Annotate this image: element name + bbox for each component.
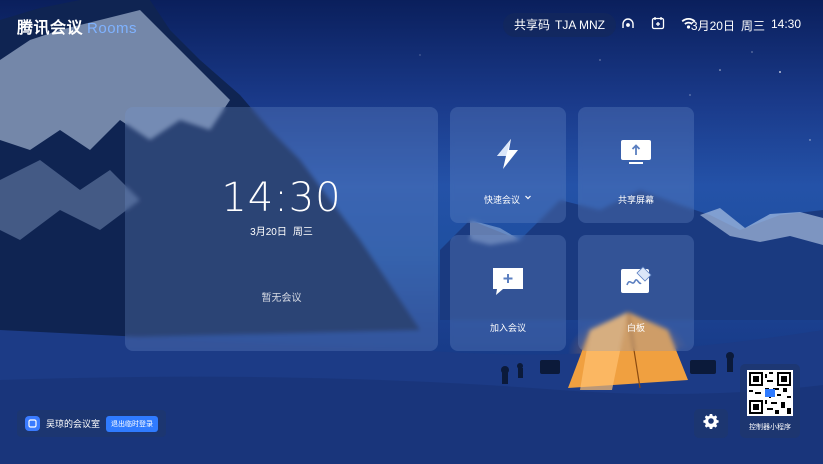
- quick-meeting-label-row: 快速会议: [450, 193, 566, 206]
- clock-date: 3月20日: [250, 227, 287, 238]
- header-datetime: 3月20日 周三 14:30: [691, 17, 801, 34]
- clock-weekday: 周三: [292, 227, 313, 238]
- settings-button[interactable]: [694, 409, 728, 438]
- qr-label: 控制器小程序: [749, 424, 791, 431]
- qr-code-panel[interactable]: 控制器小程序: [740, 364, 800, 438]
- join-meeting-button[interactable]: 加入会议: [450, 235, 566, 351]
- no-meeting-text: 暂无会议: [261, 293, 302, 304]
- share-code-label: 共享码: [514, 18, 551, 32]
- room-icon: [25, 416, 40, 431]
- headset-icon[interactable]: [620, 15, 636, 31]
- clock-panel: 14:30 3月20日 周三 暂无会议: [125, 107, 438, 351]
- status-icons: [620, 15, 696, 31]
- clock-date-row: 3月20日 周三: [125, 223, 438, 238]
- join-meeting-label-row: 加入会议: [450, 321, 566, 334]
- join-meeting-label: 加入会议: [489, 323, 526, 333]
- exit-temp-login-button[interactable]: 退出临时登录: [106, 415, 159, 432]
- whiteboard-label: 白板: [626, 323, 645, 333]
- brand-name-cn: 腾讯会议: [17, 20, 84, 37]
- room-info-bar: 吴琼的会议室 退出临时登录: [17, 410, 167, 437]
- header-time: 14:30: [770, 17, 801, 31]
- lightning-icon: [450, 137, 566, 171]
- share-code-badge[interactable]: 共享码 TJA MNZ: [503, 13, 617, 37]
- quick-meeting-label: 快速会议: [483, 195, 520, 205]
- qr-code-icon: [747, 370, 793, 416]
- clock-time: 14:30: [221, 175, 342, 221]
- share-screen-label: 共享屏幕: [617, 195, 654, 205]
- share-screen-label-row: 共享屏幕: [578, 193, 694, 206]
- whiteboard-label-row: 白板: [578, 321, 694, 334]
- whiteboard-icon: [578, 265, 694, 297]
- whiteboard-button[interactable]: 白板: [578, 235, 694, 351]
- brand-name-en: Rooms: [87, 20, 138, 37]
- room-name: 吴琼的会议室: [46, 419, 101, 429]
- share-screen-icon: [578, 137, 694, 167]
- share-screen-button[interactable]: 共享屏幕: [578, 107, 694, 223]
- chevron-down-icon[interactable]: [524, 193, 532, 206]
- quick-meeting-button[interactable]: 快速会议: [450, 107, 566, 223]
- header-weekday: 周三: [740, 19, 765, 33]
- share-code-value: TJA MNZ: [555, 18, 606, 32]
- calendar-icon[interactable]: [650, 15, 666, 31]
- header-date: 3月20日: [690, 19, 735, 33]
- gear-icon: [703, 413, 719, 434]
- join-meeting-icon: [450, 265, 566, 297]
- app-brand: 腾讯会议 Rooms: [17, 14, 137, 38]
